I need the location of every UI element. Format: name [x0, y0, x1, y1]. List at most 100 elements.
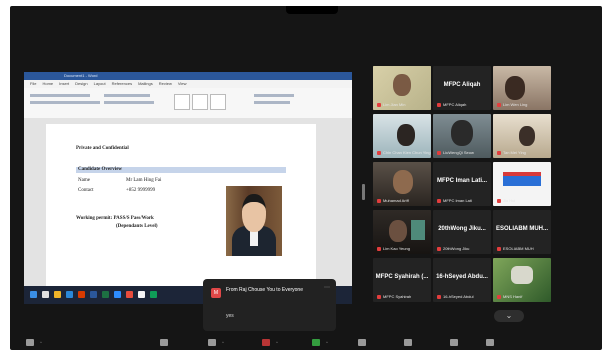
start-icon[interactable] [30, 291, 37, 298]
chevron-up-icon[interactable]: ^ [222, 340, 224, 345]
shared-screen[interactable]: Document1 - Word File Home Insert Design… [24, 72, 352, 304]
ribbon-tab[interactable]: Design [75, 80, 87, 88]
share-screen-icon[interactable] [312, 339, 320, 346]
more-icon[interactable] [486, 339, 494, 346]
chevron-up-icon[interactable]: ^ [276, 340, 278, 345]
chevron-up-icon[interactable]: ^ [326, 340, 328, 345]
mic-muted-icon [497, 102, 501, 107]
mic-muted-icon [437, 246, 441, 251]
word-ribbon [24, 88, 352, 119]
participant-tile[interactable]: Lim Kao Yeung [373, 210, 431, 254]
ribbon-tab[interactable]: Layout [94, 80, 106, 88]
doc-row-label: Name [78, 178, 90, 183]
doc-row-label: Contact [78, 188, 94, 193]
mic-muted-icon [437, 150, 441, 155]
chevron-up-icon[interactable]: ^ [40, 340, 42, 345]
search-icon[interactable] [42, 291, 49, 298]
participant-tile[interactable]: 20thWong Jiku... 20thWong Jiku [433, 210, 491, 254]
participant-tile[interactable]: Jia Hui [493, 162, 551, 206]
participant-tile[interactable]: MFPC Aliqah MFPC Aliqah [433, 66, 491, 110]
participant-tile[interactable]: LiuWengQi Seow [433, 114, 491, 158]
participant-tile[interactable]: Chin Chan Kien Chun Ying [373, 114, 431, 158]
ribbon-tab[interactable]: Insert [59, 80, 69, 88]
participant-tile[interactable]: MFPC Syahirah (... MFPC Syahirah [373, 258, 431, 302]
participant-tile[interactable]: MFPC Iman Lati... MFPC Iman Lati [433, 162, 491, 206]
record-icon[interactable] [358, 339, 366, 346]
security-icon[interactable] [160, 339, 168, 346]
participant-tile[interactable]: MNS Hanif [493, 258, 551, 302]
zoom-window: Document1 - Word File Home Insert Design… [10, 6, 602, 350]
word-ribbon-tabs: File Home Insert Design Layout Reference… [24, 80, 352, 88]
candidate-photo [226, 186, 282, 256]
mic-muted-icon [497, 198, 501, 203]
document-canvas: Private and Confidential Candidate Overv… [24, 118, 352, 294]
splitter-handle[interactable] [362, 184, 365, 200]
excel-icon[interactable] [102, 291, 109, 298]
mic-muted-icon [377, 150, 381, 155]
folder-icon[interactable] [54, 291, 61, 298]
browser-icon[interactable] [66, 291, 73, 298]
mic-muted-icon [437, 102, 441, 107]
app-icon[interactable] [126, 291, 133, 298]
participant-name: LiuWengQi Seow [437, 150, 474, 155]
sender-avatar: M [211, 288, 221, 298]
participant-label: MFPC Aliqah [443, 82, 481, 88]
participant-tile[interactable]: 16-hSeyed Abdu... 16-hSeyed Abdul [433, 258, 491, 302]
participant-tile[interactable]: Lim Wen Ling [493, 66, 551, 110]
gallery-next-page-button[interactable]: ⌄ [494, 310, 524, 322]
ribbon-tab[interactable]: Review [159, 80, 172, 88]
mic-muted-icon [377, 102, 381, 107]
participant-tile[interactable]: Muhamad Ariff [373, 162, 431, 206]
ribbon-tab[interactable]: File [30, 80, 36, 88]
chat-message: yes [226, 313, 234, 319]
participant-name: Jia Hui [497, 198, 515, 203]
doc-position-line: Working permit: PASS/S Pass/Work [76, 216, 154, 221]
chat-notification[interactable]: M From Raj Chouse You to Everyone yes ⋯ [203, 279, 336, 331]
mic-muted-icon [497, 294, 501, 299]
style-normal[interactable] [174, 94, 190, 110]
participant-name: Lim Kao Yeung [377, 246, 410, 251]
ribbon-tab[interactable]: Mailings [138, 80, 153, 88]
document-page[interactable]: Private and Confidential Candidate Overv… [46, 124, 316, 294]
ribbon-tab[interactable]: View [178, 80, 187, 88]
chevron-down-icon: ⌄ [505, 311, 513, 320]
apps-icon[interactable] [450, 339, 458, 346]
chat-icon[interactable] [262, 339, 270, 346]
mic-muted-icon [437, 198, 441, 203]
ribbon-tab[interactable]: Home [42, 80, 53, 88]
doc-heading: Private and Confidential [76, 146, 129, 151]
background-object [511, 266, 533, 284]
background-object [411, 220, 425, 240]
more-icon[interactable]: ⋯ [324, 285, 330, 291]
participant-label: 20thWong Jiku... [438, 226, 486, 232]
mic-muted-icon [497, 150, 501, 155]
participant-name: ESOLIABM MUH [497, 246, 534, 251]
participant-name: 16-hSeyed Abdul [437, 294, 473, 299]
participant-name: MFPC Syahirah [377, 294, 411, 299]
participant-label: MFPC Syahirah (... [375, 274, 429, 280]
chat-from: From Raj Chouse You to Everyone [226, 287, 303, 293]
app-icon[interactable] [150, 291, 157, 298]
participants-icon[interactable] [208, 339, 216, 346]
doc-row-value: +852 9999999 [126, 188, 156, 193]
powerpoint-icon[interactable] [78, 291, 85, 298]
participant-tile[interactable]: Lim Jian Min [373, 66, 431, 110]
meeting-toolbar: ^ ^ ^ ^ [10, 336, 602, 350]
word-icon[interactable] [90, 291, 97, 298]
mic-muted-icon [497, 246, 501, 251]
style-heading[interactable] [210, 94, 226, 110]
doc-position-line: (Dependants Level) [116, 224, 158, 229]
participant-tile[interactable]: Tan Mei Ying [493, 114, 551, 158]
participant-name: Lim Wen Ling [497, 102, 527, 107]
ribbon-tab[interactable]: References [112, 80, 132, 88]
doc-section-title: Candidate Overview [78, 167, 123, 172]
app-icon[interactable] [138, 291, 145, 298]
style-no-spacing[interactable] [192, 94, 208, 110]
participant-tile[interactable]: ESOLIABM MUH... ESOLIABM MUH [493, 210, 551, 254]
participant-label: ESOLIABM MUH... [496, 226, 548, 232]
reactions-icon[interactable] [404, 339, 412, 346]
zoom-icon[interactable] [114, 291, 121, 298]
participant-name: Lim Jian Min [377, 102, 405, 107]
participant-name: Tan Mei Ying [497, 150, 526, 155]
mute-icon[interactable] [26, 339, 34, 346]
